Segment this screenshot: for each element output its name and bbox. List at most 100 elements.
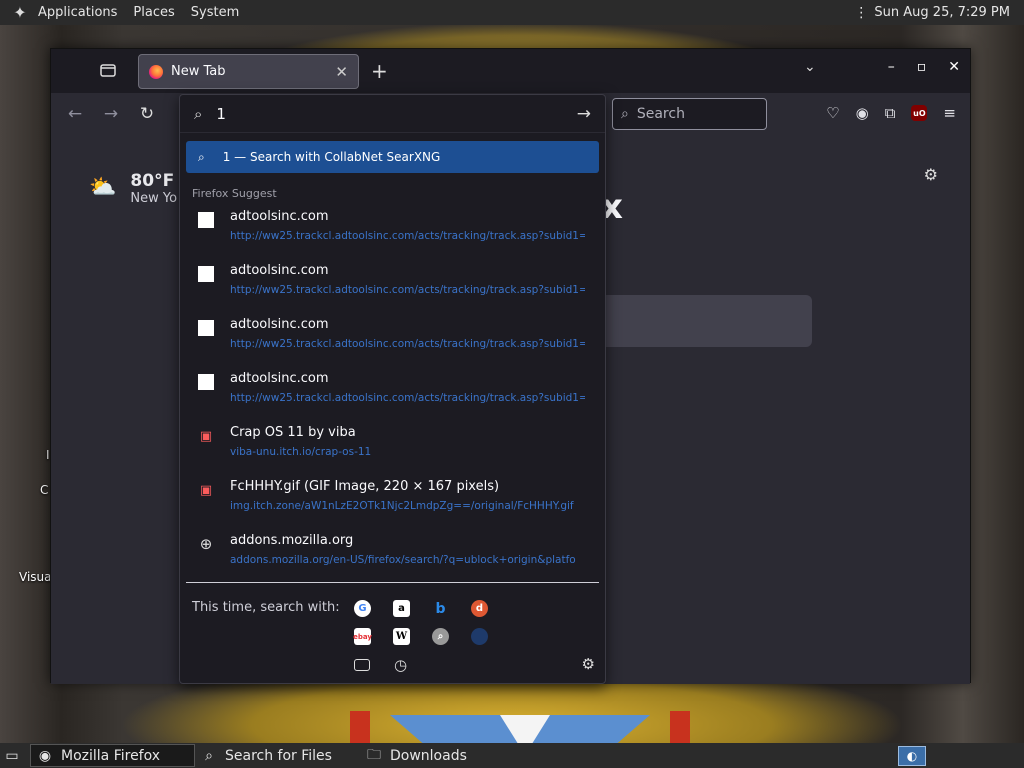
bing-icon[interactable]: b [432,600,449,617]
search-icon: ⌕ [194,104,203,123]
desktop-icon-label[interactable]: Visua [19,570,52,584]
itch-icon: ▣ [199,482,213,498]
search-settings-gear-icon[interactable]: ⚙ [582,655,595,673]
search-mode-row: ◷ [354,656,409,674]
account-icon[interactable]: ◉ [856,104,869,122]
tab-new-tab[interactable]: New Tab ✕ [138,54,359,89]
result-url: http://ww25.trackcl.adtoolsinc.com/acts/… [230,284,585,296]
firefox-suggest-label: Firefox Suggest [192,187,277,200]
result-title: adtoolsinc.com [230,371,329,386]
firefox-logo-icon [149,64,163,79]
result-title: addons.mozilla.org [230,533,354,548]
desktop-icon-label[interactable]: I [46,448,50,462]
urlbar-input[interactable]: ⌕ 1 → [180,95,605,133]
wikipedia-icon[interactable]: W [393,628,410,645]
taskbar-item-search[interactable]: ⌕ Search for Files [195,744,360,767]
folder-icon: 🗀 [367,746,381,763]
taskbar-label: Mozilla Firefox [61,747,161,764]
reload-button[interactable]: ↻ [137,104,157,124]
toolbar-icons: ♡ ◉ ⧉ uO ≡ [826,104,956,122]
search-placeholder: Search [636,106,685,122]
result-item[interactable]: ⊕ addons.mozilla.org addons.mozilla.org/en… [180,528,605,582]
blank-page-icon [198,212,214,228]
extensions-icon[interactable]: ⧉ [885,104,896,122]
result-url: http://ww25.trackcl.adtoolsinc.com/acts/… [230,338,585,350]
result-url: http://ww25.trackcl.adtoolsinc.com/acts/… [230,392,585,404]
heuristic-label: 1 — Search with CollabNet SearXNG [222,150,441,164]
blank-page-icon [198,320,214,336]
result-title: adtoolsinc.com [230,209,329,224]
urlbar-dropdown: ⌕ 1 → ⌕ 1 — Search with CollabNet SearXN… [179,94,606,684]
tabs-icon[interactable] [354,659,370,671]
show-desktop-icon[interactable]: ▭ [4,748,20,764]
panel-handle-icon: ⋮ [854,4,869,21]
oneoff-label: This time, search with: [192,600,340,615]
search-engine-row: ebay W ⌕ [353,628,488,645]
result-item[interactable]: ▣ Crap OS 11 by viba viba-unu.itch.io/crap… [180,420,605,474]
places-menu[interactable]: Places [125,5,182,20]
heuristic-result[interactable]: ⌕ 1 — Search with CollabNet SearXNG [186,141,599,173]
clock[interactable]: Sun Aug 25, 7:29 PM [874,5,1010,20]
tab-bar: New Tab ✕ + ⌄ – ▫ ✕ [51,49,970,93]
firefox-icon: ◉ [38,747,52,764]
workspace-switcher-icon[interactable]: ◐ [898,745,926,766]
taskbar-item-firefox[interactable]: ◉ Mozilla Firefox [30,744,195,767]
menu-hamburger-icon[interactable]: ≡ [943,104,956,122]
weather-widget[interactable]: ⛅ 80°F New Yo [89,171,177,206]
search-icon: ⌕ [621,106,629,122]
weather-location: New Yo [130,191,178,206]
close-tab-icon[interactable]: ✕ [335,63,348,81]
result-item[interactable]: ▣ FcHHHY.gif (GIF Image, 220 × 167 pixels… [180,474,605,528]
result-item[interactable]: adtoolsinc.com http://ww25.trackcl.adtool… [180,312,605,366]
close-window-button[interactable]: ✕ [948,59,960,75]
minimize-button[interactable]: – [888,59,895,75]
system-menu[interactable]: System [183,5,247,20]
ublock-origin-icon[interactable]: uO [911,105,928,121]
tab-title: New Tab [171,64,226,79]
urlbar-typed-text[interactable]: 1 [216,105,562,123]
bottom-panel: ▭ ◉ Mozilla Firefox ⌕ Search for Files 🗀… [0,743,1024,768]
result-item[interactable]: adtoolsinc.com http://ww25.trackcl.adtool… [180,258,605,312]
taskbar-item-downloads[interactable]: 🗀 Downloads [360,744,525,767]
gnome-foot-icon[interactable]: ✦ [10,3,30,23]
newtab-search-box[interactable] [591,295,812,347]
result-title: adtoolsinc.com [230,263,329,278]
window-controls: ⌄ – ▫ ✕ [804,59,960,75]
divider [186,582,599,583]
result-title: adtoolsinc.com [230,317,329,332]
custom-engine-icon[interactable] [471,628,488,645]
newtab-settings-gear-icon[interactable]: ⚙ [924,165,938,184]
history-icon[interactable]: ◷ [392,656,409,674]
partly-cloudy-icon: ⛅ [89,175,117,200]
result-item[interactable]: adtoolsinc.com http://ww25.trackcl.adtool… [180,366,605,420]
result-url: http://ww25.trackcl.adtoolsinc.com/acts/… [230,230,585,242]
duckduckgo-icon[interactable]: d [471,600,488,617]
blank-page-icon [198,374,214,390]
search-input[interactable]: ⌕ Search [612,98,767,130]
result-title: FcHHHY.gif (GIF Image, 220 × 167 pixels) [230,479,500,494]
tab-list-icon[interactable] [99,61,119,81]
firefox-window: New Tab ✕ + ⌄ – ▫ ✕ ← → ↻ ⌕ Search ♡ ◉ ⧉… [50,48,971,684]
amazon-icon[interactable]: a [393,600,410,617]
pocket-icon[interactable]: ♡ [826,104,839,122]
magnifier-icon: ⌕ [205,747,213,764]
globe-icon: ⊕ [199,535,213,553]
desktop-icon-label[interactable]: C [40,483,48,497]
maximize-button[interactable]: ▫ [917,59,927,75]
back-button[interactable]: ← [65,104,85,124]
taskbar-label: Search for Files [225,747,332,764]
result-title: Crap OS 11 by viba [230,425,356,440]
taskbar-label: Downloads [390,747,467,764]
search-icon: ⌕ [198,149,205,164]
new-tab-button[interactable]: + [371,59,388,83]
applications-menu[interactable]: Applications [30,5,125,20]
list-all-tabs-chevron-icon[interactable]: ⌄ [804,59,816,75]
result-url: addons.mozilla.org/en-US/firefox/search/… [230,554,576,566]
result-item[interactable]: adtoolsinc.com http://ww25.trackcl.adtool… [180,204,605,258]
itch-icon: ▣ [199,428,213,444]
google-icon[interactable]: G [354,600,371,617]
go-arrow-icon[interactable]: → [577,104,591,124]
ebay-icon[interactable]: ebay [353,628,372,645]
searxng-icon[interactable]: ⌕ [432,628,449,645]
forward-button[interactable]: → [101,104,121,124]
